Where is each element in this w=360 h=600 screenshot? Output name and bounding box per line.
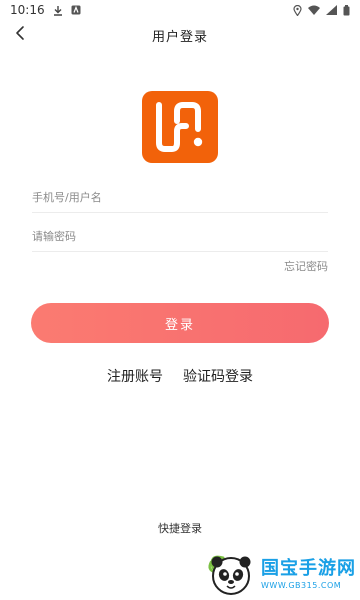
app-logo-icon (142, 91, 218, 163)
app-logo (142, 91, 218, 163)
panda-icon (208, 555, 251, 595)
download-icon (53, 5, 63, 16)
forgot-password-link[interactable]: 忘记密码 (284, 258, 328, 274)
sms-login-link[interactable]: 验证码登录 (183, 366, 253, 390)
username-field (32, 182, 328, 213)
signal-icon (326, 5, 337, 15)
watermark: 国宝手游网 WWW.GB315.COM (205, 548, 360, 600)
quick-login-link[interactable]: 快捷登录 (0, 520, 360, 536)
status-right (293, 4, 350, 16)
watermark-url: WWW.GB315.COM (261, 580, 342, 590)
login-button[interactable]: 登录 (31, 303, 329, 343)
status-left: 10:16 (10, 3, 81, 17)
password-input[interactable] (32, 221, 328, 251)
alt-login-links: 注册账号 验证码登录 (0, 366, 360, 390)
page-title: 用户登录 (151, 29, 208, 45)
notification-icon (71, 5, 81, 15)
password-field (32, 221, 328, 252)
nav-bar: 用户登录 (0, 20, 360, 50)
watermark-brand: 国宝手游网 WWW.GB315.COM (261, 557, 356, 590)
battery-icon (343, 4, 350, 16)
status-bar: 10:16 (0, 0, 360, 20)
location-icon (293, 4, 302, 16)
status-time: 10:16 (10, 3, 45, 17)
register-link[interactable]: 注册账号 (107, 366, 163, 390)
watermark-title: 国宝手游网 (261, 557, 356, 579)
chevron-left-icon (14, 25, 26, 45)
back-button[interactable] (8, 23, 32, 47)
username-input[interactable] (32, 182, 328, 212)
wifi-icon (308, 5, 320, 15)
